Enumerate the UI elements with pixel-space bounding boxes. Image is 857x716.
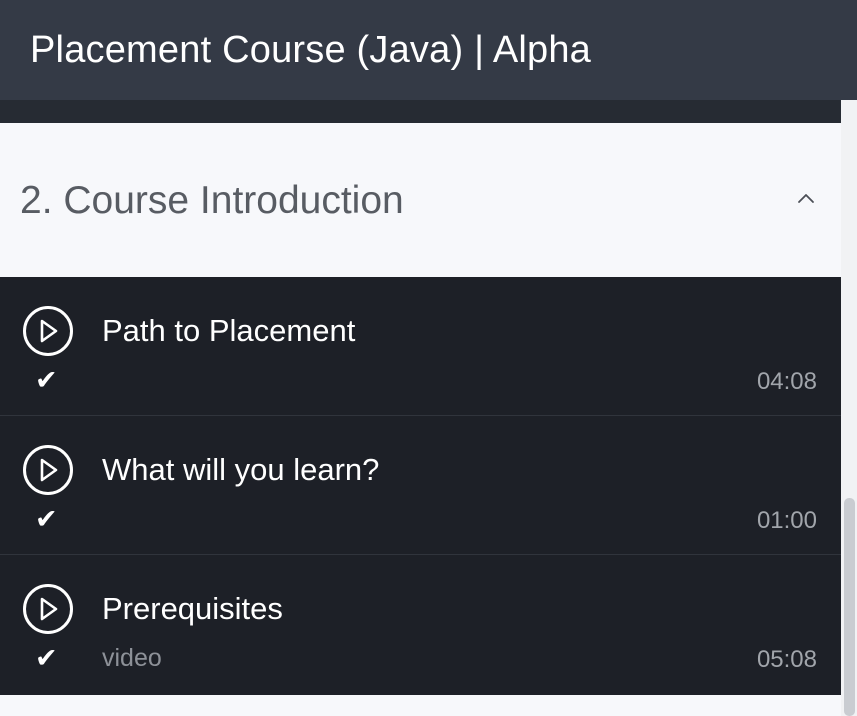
lecture-type: video [102,644,162,672]
lecture-item-what-will-you-learn[interactable]: What will you learn? ✔ 01:00 [0,416,841,555]
lecture-duration: 01:00 [756,507,817,534]
scrollbar-thumb[interactable] [844,498,855,716]
course-title: Placement Course (Java) | Alpha [30,29,592,71]
section-header-course-introduction[interactable]: 2. Course Introduction [0,123,841,277]
checkmark-icon: ✔ [35,365,58,396]
play-circle-icon[interactable] [22,444,74,496]
header-strip [0,100,841,123]
lecture-duration: 04:08 [756,368,817,395]
lecture-title: Prerequisites [102,591,283,626]
play-circle-icon[interactable] [22,305,74,357]
lecture-title: What will you learn? [102,452,380,487]
lecture-list: Path to Placement ✔ 04:08 What will you … [0,277,841,695]
course-curriculum: 2. Course Introduction Path to Placement… [0,123,841,716]
lecture-duration: 05:08 [756,646,817,673]
checkmark-icon: ✔ [35,643,58,674]
lecture-item-path-to-placement[interactable]: Path to Placement ✔ 04:08 [0,277,841,416]
lecture-title: Path to Placement [102,313,356,348]
checkmark-icon: ✔ [35,504,58,535]
chevron-up-icon[interactable] [797,191,815,205]
section-title: 2. Course Introduction [20,178,404,222]
play-circle-icon[interactable] [22,583,74,635]
lecture-item-prerequisites[interactable]: Prerequisites ✔ video 05:08 [0,555,841,695]
app-header: Placement Course (Java) | Alpha [0,0,857,100]
